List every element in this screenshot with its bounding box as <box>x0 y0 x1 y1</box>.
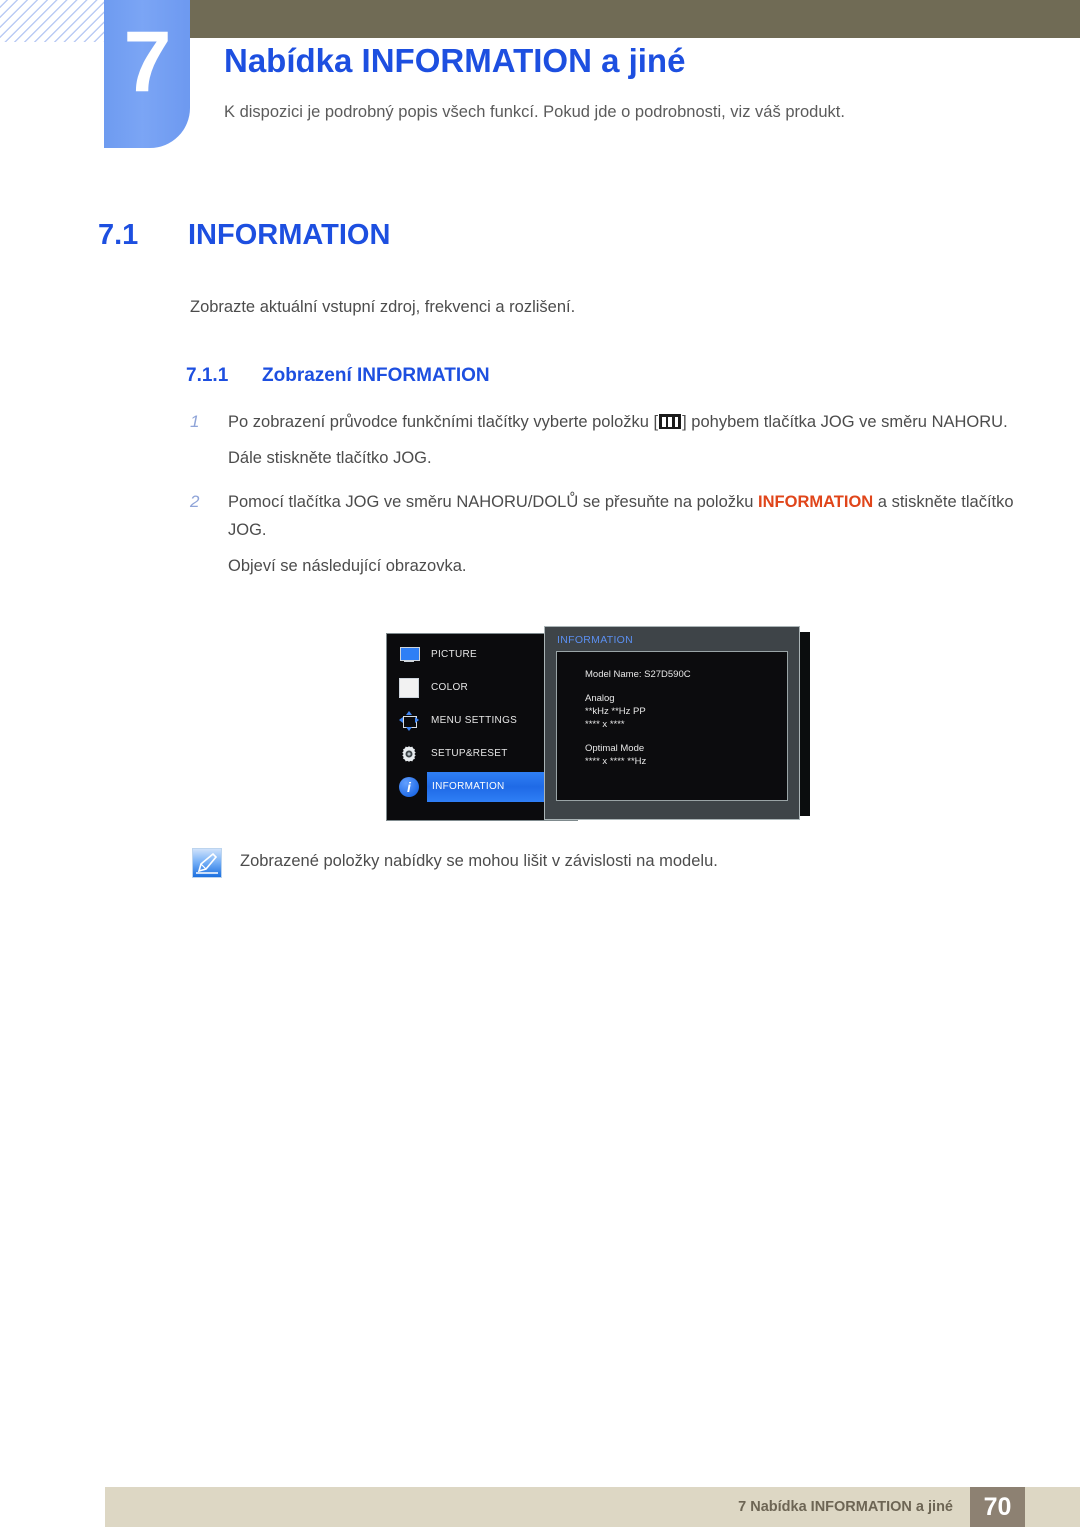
osd-menu-item-label: COLOR <box>431 682 469 693</box>
osd-detail-panel: INFORMATION Model Name: S27D590C Analog … <box>544 626 800 820</box>
step-item: 2 Pomocí tlačítka JOG ve směru NAHORU/DO… <box>190 488 1020 580</box>
footer-page-number: 70 <box>970 1487 1025 1527</box>
monitor-icon <box>399 645 420 665</box>
osd-drop-shadow <box>800 632 810 816</box>
section-heading-1-title: INFORMATION <box>188 219 391 251</box>
section-heading-2: 7.1.1 Zobrazení INFORMATION <box>186 362 490 390</box>
chapter-number: 7 <box>123 14 172 110</box>
step-highlight-term: INFORMATION <box>758 493 874 511</box>
menu-bars-icon <box>659 414 682 429</box>
step-extra-text: Objeví se následující obrazovka. <box>228 557 467 575</box>
four-arrows-icon <box>399 711 419 731</box>
steps-list: 1 Po zobrazení průvodce funkčními tlačít… <box>190 408 1020 589</box>
section-heading-2-number: 7.1.1 <box>186 365 229 386</box>
note-pen-icon <box>192 848 222 878</box>
osd-model-line: Model Name: S27D590C <box>585 669 691 680</box>
osd-menu-item-label: SETUP&RESET <box>431 748 508 759</box>
step-text-before-icon: Po zobrazení průvodce funkčními tlačítky… <box>228 413 659 431</box>
osd-info-box: Model Name: S27D590C Analog **kHz **Hz P… <box>556 651 788 801</box>
note-text: Zobrazené položky nabídky se mohou lišit… <box>240 852 718 870</box>
chapter-title: Nabídka INFORMATION a jiné <box>224 42 686 79</box>
osd-panel-title: INFORMATION <box>557 634 634 646</box>
step-text: Pomocí tlačítka JOG ve směru NAHORU/DOLŮ… <box>228 488 1020 544</box>
osd-optimal-value: **** x **** **Hz <box>585 756 647 767</box>
step-text: Po zobrazení průvodce funkčními tlačítky… <box>228 408 1020 436</box>
footer-breadcrumb: 7 Nabídka INFORMATION a jiné <box>738 1499 953 1515</box>
osd-frequency: **kHz **Hz PP <box>585 706 646 717</box>
decorative-hatch-pattern <box>0 0 105 42</box>
step-number: 1 <box>190 412 200 431</box>
osd-source-block: Analog **kHz **Hz PP **** x **** <box>585 692 691 731</box>
step-text-before-highlight: Pomocí tlačítka JOG ve směru NAHORU/DOLŮ… <box>228 493 759 511</box>
header-olive-bar <box>190 0 1080 38</box>
section-heading-1: 7.1 INFORMATION <box>98 215 998 255</box>
gear-icon <box>399 744 419 764</box>
osd-info-content: Model Name: S27D590C Analog **kHz **Hz P… <box>585 668 691 768</box>
osd-screenshot: PICTURE COLOR MENU SETTINGS SETUP&RESET … <box>386 626 810 822</box>
page-footer: 7 Nabídka INFORMATION a jiné 70 <box>105 1487 1080 1527</box>
chapter-tab: 7 <box>104 0 190 148</box>
osd-optimal-block: Optimal Mode **** x **** **Hz <box>585 742 691 768</box>
osd-menu-item-label: PICTURE <box>431 649 477 660</box>
color-palette-icon <box>399 678 419 698</box>
step-text-after-icon: ] pohybem tlačítka JOG ve směru NAHORU. <box>682 413 1008 431</box>
step-item: 1 Po zobrazení průvodce funkčními tlačít… <box>190 408 1020 472</box>
step-extra-text: Dále stiskněte tlačítko JOG. <box>228 449 432 467</box>
page-header: 7 Nabídka INFORMATION a jiné K dispozici… <box>0 0 1080 160</box>
section-lead-text: Zobrazte aktuální vstupní zdroj, frekven… <box>190 298 576 316</box>
osd-source: Analog <box>585 693 615 704</box>
osd-resolution: **** x **** <box>585 719 625 730</box>
chapter-subtitle: K dispozici je podrobný popis všech funk… <box>224 103 845 121</box>
step-number: 2 <box>190 492 200 511</box>
info-circle-icon: i <box>399 777 419 797</box>
section-heading-1-number: 7.1 <box>98 219 139 251</box>
osd-optimal-label: Optimal Mode <box>585 743 645 754</box>
note-callout: Zobrazené položky nabídky se mohou lišit… <box>192 846 892 878</box>
osd-menu-item-label: MENU SETTINGS <box>431 715 518 726</box>
section-heading-2-title: Zobrazení INFORMATION <box>262 365 490 386</box>
